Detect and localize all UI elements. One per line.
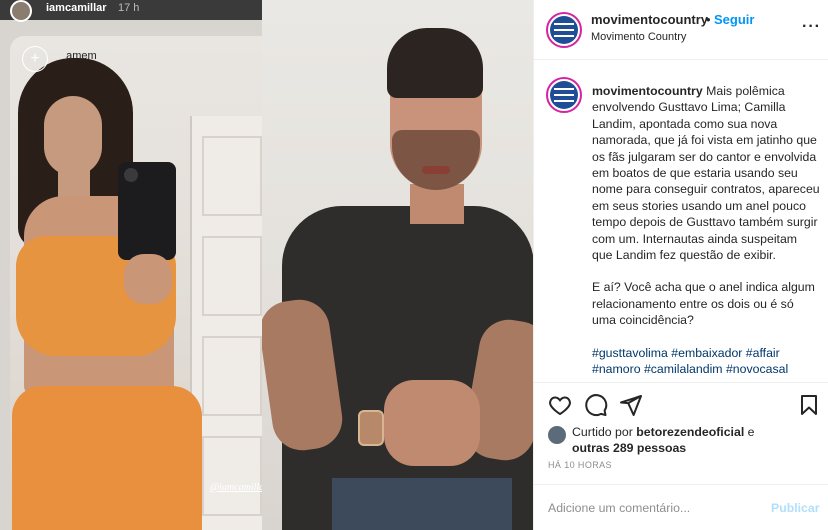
story-screenshot: iamcamillar 17 h + _amem @iamcamillar [0,0,262,530]
logo-icon [554,23,574,37]
caption-logo-icon [554,88,574,102]
man-hands [384,380,480,466]
man-hair [387,28,483,98]
man-jeans [332,478,512,530]
account-username[interactable]: movimentocountry [591,12,708,27]
comment-bar: Adicione um comentário... Publicar [534,484,828,530]
story-username: iamcamillar [46,2,107,14]
account-avatar[interactable] [546,12,582,48]
music-user: _amem [60,50,97,62]
caption-logo [550,81,578,109]
liker-username[interactable]: betorezendeoficial [636,425,744,439]
woman-face [44,96,102,176]
liked-conjunction: e [747,425,755,439]
bookmark-save-icon[interactable] [797,393,821,417]
phone-camera [124,168,138,182]
man-neck [410,184,464,224]
share-send-icon[interactable] [619,393,643,417]
caption-hashtags[interactable]: #gusttavolima #embaixador #affair #namor… [592,345,820,378]
more-options-icon[interactable]: ··· [802,18,821,36]
phone-in-mirror [118,162,176,260]
account-logo [550,16,578,44]
man-mouth [422,166,450,174]
post-header: movimentocountry • Seguir Movimento Coun… [534,0,828,60]
man-beard [392,130,480,190]
account-subtitle[interactable]: Movimento Country [591,31,686,43]
post-media[interactable]: iamcamillar 17 h + _amem @iamcamillar [0,0,533,530]
story-photo: + _amem @iamcamillar [10,36,262,530]
separator-dot: • [706,12,711,27]
story-header: iamcamillar 17 h [0,0,262,22]
story-mention-tag: @iamcamillar [210,482,262,493]
man-video-frame [262,0,533,530]
likes-text: Curtido por betorezendeoficial e outras … [572,424,782,457]
liker-avatar[interactable] [548,426,566,444]
caption-scroll[interactable]: movimentocountry Mais polêmica envolvend… [534,61,828,381]
liked-others-link[interactable]: outras 289 pessoas [572,441,686,455]
caption-avatar[interactable] [546,77,582,113]
story-avatar [10,0,32,22]
comment-bubble-icon[interactable] [584,393,608,417]
music-add-icon: + [22,46,48,72]
caption-paragraph-2: E aí? Você acha que o anel indica algum … [592,280,815,328]
follow-button[interactable]: Seguir [714,12,754,27]
comment-input[interactable]: Adicione um comentário... [548,501,690,515]
liked-prefix: Curtido por [572,425,633,439]
post-caption: movimentocountry Mais polêmica envolvend… [592,83,820,378]
caption-paragraph-1: Mais polêmica envolvendo Gusttavo Lima; … [592,84,820,263]
woman-hand [124,254,172,304]
story-time: 17 h [118,2,140,14]
caption-username[interactable]: movimentocountry [592,84,703,98]
watch [358,410,384,446]
publish-button[interactable]: Publicar [771,501,820,515]
orange-skirt [12,386,202,530]
post-sidebar: movimentocountry • Seguir Movimento Coun… [533,0,828,530]
post-timestamp[interactable]: HÁ 10 HORAS [548,460,612,470]
like-heart-icon[interactable] [548,393,572,417]
